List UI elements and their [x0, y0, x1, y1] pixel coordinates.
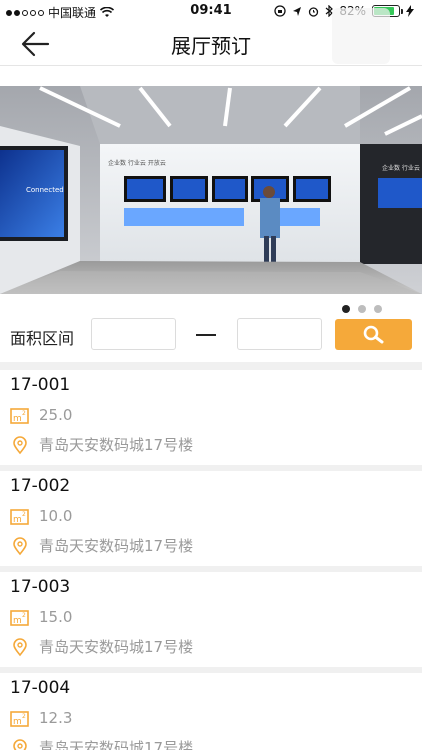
showroom-banner[interactable]: Connected 企业数 行业云 开放云 企业数 行业云	[0, 86, 422, 294]
showroom-code: 17-003	[10, 577, 71, 597]
list-item[interactable]: 17-002 m2 10.0 青岛天安数码城17号楼	[0, 471, 422, 572]
address-row: 青岛天安数码城17号楼	[10, 434, 193, 455]
alarm-icon	[309, 6, 319, 17]
square-meter-icon: m2	[10, 711, 29, 727]
area-value: 15.0	[39, 608, 73, 626]
area-row: m2 25.0	[10, 405, 72, 425]
search-icon	[363, 325, 384, 344]
banner-screen-text-1: Connected	[26, 186, 64, 194]
area-value: 12.3	[39, 709, 73, 727]
navigation-bar: 展厅预订	[0, 8, 422, 66]
orientation-lock-icon	[274, 5, 286, 17]
location-pin-icon	[13, 637, 27, 656]
address-text: 青岛天安数码城17号楼	[39, 436, 194, 454]
location-pin-icon	[13, 738, 27, 750]
svg-text:m: m	[13, 414, 22, 424]
showroom-image: Connected 企业数 行业云 开放云 企业数 行业云	[0, 86, 422, 294]
showroom-code: 17-002	[10, 476, 71, 496]
area-value: 25.0	[39, 406, 73, 424]
list-item[interactable]: 17-003 m2 15.0 青岛天安数码城17号楼	[0, 572, 422, 673]
svg-text:2: 2	[22, 511, 26, 518]
range-separator	[196, 334, 216, 336]
svg-text:2: 2	[22, 410, 26, 417]
area-min-input[interactable]	[91, 318, 176, 350]
list-item[interactable]: 17-004 m2 12.3 青岛天安数码城17号楼	[0, 673, 422, 750]
carousel-indicator	[342, 305, 382, 313]
svg-text:m: m	[13, 717, 22, 727]
svg-text:2: 2	[22, 713, 26, 720]
carousel-dot[interactable]	[358, 305, 366, 313]
location-pin-icon	[13, 536, 27, 555]
svg-text:m: m	[13, 616, 22, 626]
square-meter-icon: m2	[10, 509, 29, 525]
showroom-code: 17-001	[10, 375, 71, 395]
area-max-input[interactable]	[237, 318, 322, 350]
area-row: m2 10.0	[10, 506, 72, 526]
address-row: 青岛天安数码城17号楼	[10, 737, 193, 750]
page-title: 展厅预订	[171, 34, 251, 58]
area-range-label: 面积区间	[10, 329, 75, 348]
section-divider	[0, 362, 422, 370]
charging-icon	[406, 5, 414, 17]
area-value: 10.0	[39, 507, 73, 525]
banner-side-text: 企业数 行业云	[382, 164, 420, 172]
location-arrow-icon	[293, 6, 302, 16]
area-filter: 面积区间	[0, 318, 422, 352]
location-pin-icon	[13, 435, 27, 454]
showroom-list: 17-001 m2 25.0 青岛天安数码城17号楼 17-002 m2 10.…	[0, 370, 422, 750]
area-row: m2 12.3	[10, 708, 72, 728]
showroom-code: 17-004	[10, 678, 71, 698]
square-meter-icon: m2	[10, 408, 29, 424]
svg-text:2: 2	[22, 612, 26, 619]
address-text: 青岛天安数码城17号楼	[39, 537, 194, 555]
address-row: 青岛天安数码城17号楼	[10, 636, 193, 657]
carousel-dot[interactable]	[342, 305, 350, 313]
search-button[interactable]	[335, 319, 412, 350]
list-item[interactable]: 17-001 m2 25.0 青岛天安数码城17号楼	[0, 370, 422, 471]
carousel-dot[interactable]	[374, 305, 382, 313]
square-meter-icon: m2	[10, 610, 29, 626]
address-text: 青岛天安数码城17号楼	[39, 638, 194, 656]
address-row: 青岛天安数码城17号楼	[10, 535, 193, 556]
banner-wall-text: 企业数 行业云 开放云	[108, 159, 166, 167]
area-row: m2 15.0	[10, 607, 72, 627]
address-text: 青岛天安数码城17号楼	[39, 739, 194, 750]
svg-text:m: m	[13, 515, 22, 525]
